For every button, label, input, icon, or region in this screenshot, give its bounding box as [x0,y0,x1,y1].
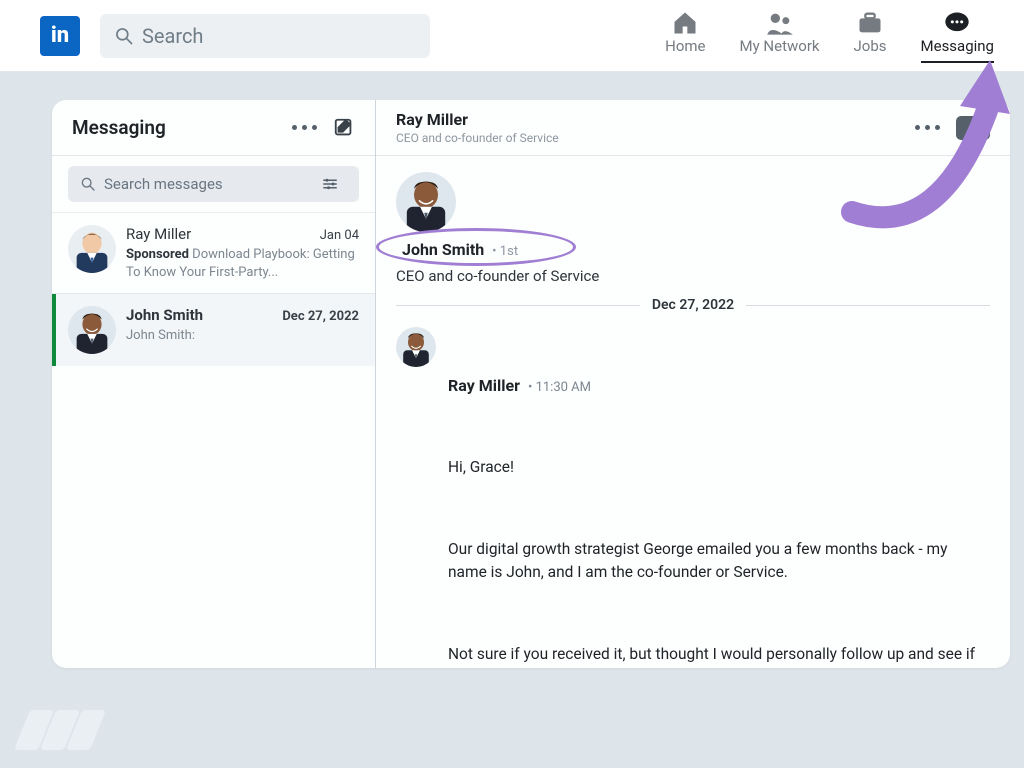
conversations-pane: Messaging Search messages Ray Miller Jan… [52,100,376,668]
conversation-name: Ray Miller [126,225,191,243]
date-separator-label: Dec 27, 2022 [640,297,746,313]
conversation-preview: John Smith: [126,327,359,345]
profile-degree: • 1st [492,244,518,259]
filter-icon[interactable] [321,175,339,193]
nav-home-label: Home [665,37,705,55]
profile-title: CEO and co-founder of Service [396,267,990,285]
conversation-date: Dec 27, 2022 [282,309,359,324]
avatar [68,225,116,273]
thread-body[interactable]: John Smith • 1st CEO and co-founder of S… [376,156,1010,668]
search-messages-input[interactable]: Search messages [68,166,359,202]
profile-name: John Smith [402,240,484,259]
conversations-header: Messaging [52,100,375,156]
chat-icon [943,9,971,37]
nav-messaging[interactable]: Messaging [921,9,994,63]
global-search-placeholder: Search [142,24,203,48]
avatar [396,172,456,232]
date-separator: Dec 27, 2022 [396,297,990,313]
nav-messaging-label: Messaging [921,37,994,55]
conversation-name: John Smith [126,306,203,324]
message-paragraph: Not sure if you received it, but thought… [448,643,990,668]
message-time: • 11:30 AM [528,378,591,398]
nav-jobs[interactable]: Jobs [854,9,887,63]
thread-more-button[interactable] [915,125,940,130]
global-search[interactable]: Search [100,14,430,58]
search-icon [114,26,134,46]
linkedin-logo[interactable]: in [40,16,80,56]
conversation-date: Jan 04 [320,228,359,243]
nav-network-label: My Network [740,37,820,55]
nav-home[interactable]: Home [665,9,705,63]
conversation-item[interactable]: John Smith Dec 27, 2022 John Smith: [52,293,375,366]
decorative-wedges [22,710,98,750]
message-sender: Ray Miller [448,374,520,398]
message: Ray Miller • 11:30 AM Hi, Grace! Our dig… [396,327,990,668]
home-icon [671,9,699,37]
search-icon [80,176,96,192]
conversation-preview: Sponsored Download Playbook: Getting To … [126,246,359,281]
message-paragraph: Hi, Grace! [448,456,990,479]
briefcase-icon [856,9,884,37]
message-paragraph: Our digital growth strategist George ema… [448,538,990,585]
thread-header: Ray Miller CEO and co-founder of Service… [376,100,1010,156]
add-participant-button[interactable]: + [956,116,990,140]
avatar [68,306,116,354]
messaging-panel: Messaging Search messages Ray Miller Jan… [52,100,1010,668]
compose-icon[interactable] [333,117,355,139]
avatar [396,327,436,367]
thread-pane: Ray Miller CEO and co-founder of Service… [376,100,1010,668]
search-messages-placeholder: Search messages [104,175,321,193]
top-nav: in Search Home My Network Jobs Messaging [0,0,1024,72]
nav-network[interactable]: My Network [740,9,820,63]
profile-block[interactable]: John Smith • 1st CEO and co-founder of S… [396,172,990,293]
thread-header-name: Ray Miller [396,110,559,129]
conversations-list: Ray Miller Jan 04 Sponsored Download Pla… [52,213,375,668]
conversation-item[interactable]: Ray Miller Jan 04 Sponsored Download Pla… [52,213,375,293]
nav-jobs-label: Jobs [854,37,887,55]
more-options-button[interactable] [292,125,317,130]
network-icon [766,9,794,37]
conversations-title: Messaging [72,116,166,139]
thread-header-subtitle: CEO and co-founder of Service [396,131,559,145]
